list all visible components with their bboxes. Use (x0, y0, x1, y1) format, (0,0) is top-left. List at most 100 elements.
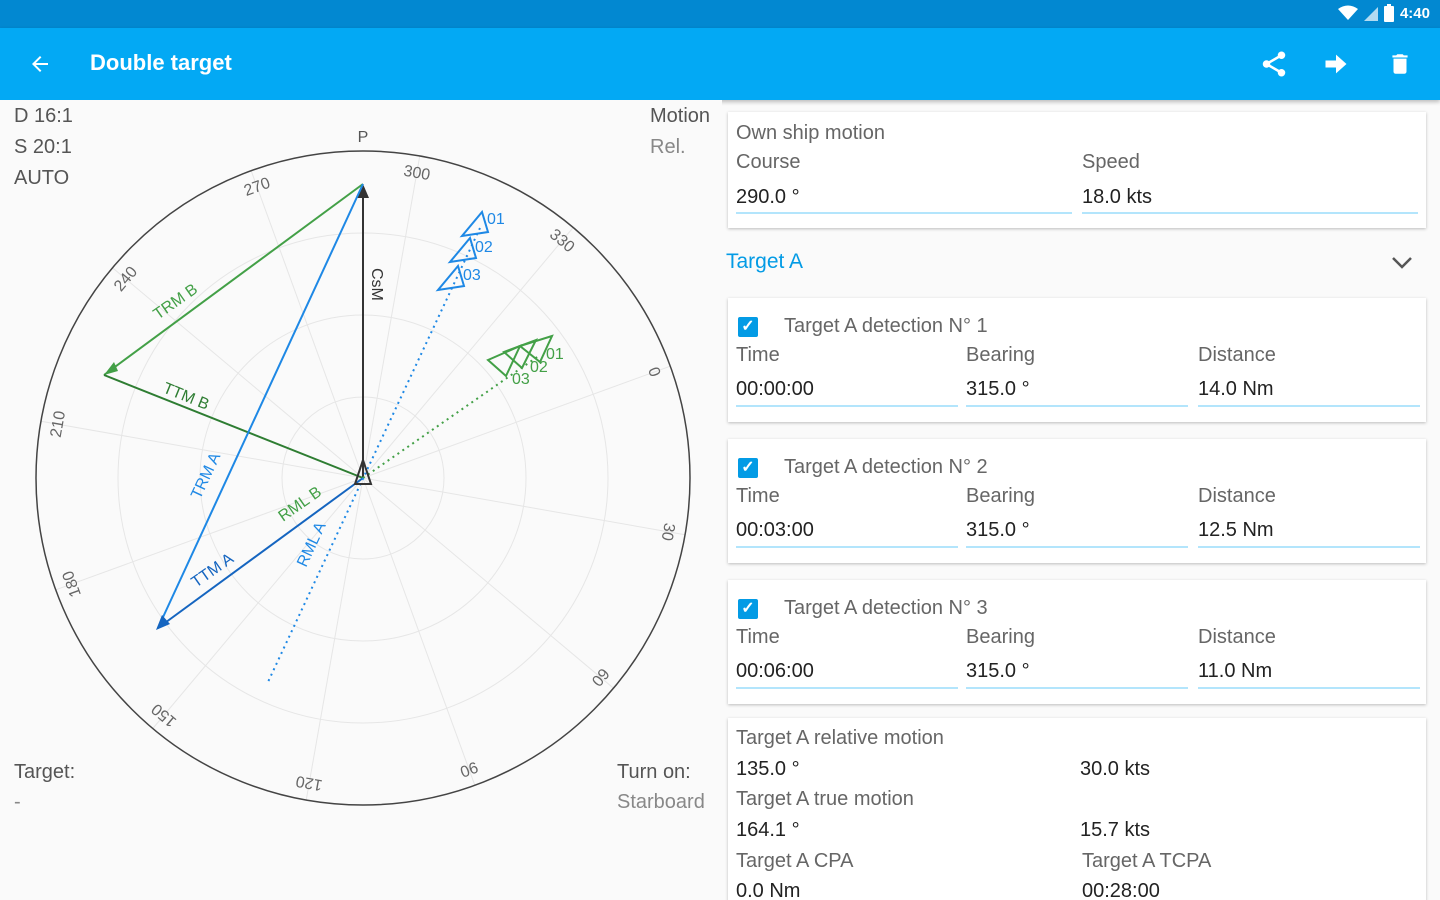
detection-1-time-underline (736, 405, 958, 407)
detection-3-time-field[interactable]: 00:06:00 (736, 660, 958, 683)
bearing-label-90: 90 (457, 758, 480, 780)
target-b-detection-1-label: 01 (546, 346, 564, 363)
detection-3-bearing-underline (966, 687, 1188, 689)
speed-label: Speed (1082, 151, 1140, 173)
ttm-a-arrowhead (156, 615, 170, 630)
course-field[interactable]: 290.0 ° (736, 186, 1072, 209)
true-course-value: 164.1 ° (736, 819, 800, 841)
true-speed-value: 15.7 kts (1080, 819, 1151, 841)
cpa-title: Target A CPA (736, 850, 854, 872)
relative-speed-value: 30.0 kts (1080, 758, 1151, 780)
page-title: Double target (90, 50, 232, 75)
status-time: 4:40 (1399, 4, 1430, 22)
cpa-value: 0.0 Nm (736, 880, 801, 900)
target-b-detection-3-label: 03 (512, 371, 530, 388)
detection-2-bearing-underline (966, 546, 1188, 548)
bearing-label-240: 240 (111, 263, 141, 294)
rml-a-label: RML A (294, 519, 330, 569)
arrow-back-icon (32, 56, 48, 72)
bearing-label-150: 150 (148, 700, 179, 730)
bearing-line-330 (362, 227, 574, 479)
detection-1-bearing-underline (966, 405, 1188, 407)
detection-2-time-field[interactable]: 00:03:00 (736, 519, 958, 542)
detection-card-2: ✓ Target A detection N° 2 Time Bearing D… (728, 439, 1426, 563)
detection-2-time-underline (736, 546, 958, 548)
radar-plot[interactable]: 3003300306090120150180210240270 P CsM TR… (0, 100, 722, 900)
results-card: Target A relative motion 135.0 ° 30.0 kt… (728, 718, 1426, 900)
detection-1-time-field[interactable]: 00:00:00 (736, 378, 958, 401)
trm-b-arrowhead (104, 362, 118, 375)
bearing-label-300: 300 (402, 163, 431, 184)
detection-1-title: Target A detection N° 1 (784, 315, 988, 337)
chevron-down-icon (1392, 257, 1412, 269)
trm-b-vector (103, 183, 364, 376)
target-a-detection-2-label: 02 (475, 239, 493, 256)
bearing-label-60: 60 (588, 664, 613, 689)
bearing-label-210: 210 (48, 410, 69, 439)
bearing-label-p: P (358, 129, 369, 146)
battery-icon (1383, 4, 1394, 22)
detection-1-bearing-field[interactable]: 315.0 ° (966, 378, 1188, 401)
wifi-icon (1337, 5, 1358, 20)
bearing-label-30: 30 (658, 522, 678, 543)
detection-1-distance-label: Distance (1198, 344, 1276, 366)
detection-2-time-label: Time (736, 485, 780, 507)
detection-1-distance-underline (1198, 405, 1420, 407)
bearing-line-90 (362, 477, 476, 786)
forward-arrow-icon (1325, 54, 1347, 74)
share-icon (1262, 51, 1286, 77)
target-a-section-header[interactable]: Target A (726, 250, 803, 274)
detection-3-distance-field[interactable]: 11.0 Nm (1198, 660, 1420, 683)
bearing-line-30 (362, 477, 686, 536)
collapse-button[interactable] (1390, 250, 1414, 279)
trash-icon (1392, 54, 1408, 74)
trm-b-label: TRM B (151, 281, 202, 323)
back-button[interactable] (20, 44, 60, 84)
data-panel: Own ship motion Course Speed 290.0 ° 18.… (722, 100, 1440, 900)
detection-1-bearing-label: Bearing (966, 344, 1035, 366)
detection-2-bearing-field[interactable]: 315.0 ° (966, 519, 1188, 542)
bearing-label-330: 330 (546, 226, 577, 256)
bearing-line-150 (152, 477, 364, 729)
detection-1-distance-field[interactable]: 14.0 Nm (1198, 378, 1420, 401)
bearing-line-270 (250, 170, 364, 479)
detection-2-distance-field[interactable]: 12.5 Nm (1198, 519, 1420, 542)
detection-3-title: Target A detection N° 3 (784, 597, 988, 619)
detection-2-distance-underline (1198, 546, 1420, 548)
share-button[interactable] (1254, 44, 1294, 84)
detection-3-time-underline (736, 687, 958, 689)
detection-card-1: ✓ Target A detection N° 1 Time Bearing D… (728, 298, 1426, 422)
forward-button[interactable] (1316, 44, 1356, 84)
bearing-label-270: 270 (242, 175, 273, 200)
detection-1-time-label: Time (736, 344, 780, 366)
detection-2-distance-label: Distance (1198, 485, 1276, 507)
delete-button[interactable] (1380, 44, 1420, 84)
detection-2-title: Target A detection N° 2 (784, 456, 988, 478)
tcpa-value: 00:28:00 (1082, 880, 1160, 900)
speed-field[interactable]: 18.0 kts (1082, 186, 1418, 209)
detection-3-bearing-label: Bearing (966, 626, 1035, 648)
detection-3-checkbox[interactable]: ✓ (738, 599, 758, 619)
target-a-detection-3-label: 03 (463, 267, 481, 284)
detection-3-distance-underline (1198, 687, 1420, 689)
radar-plot-area: D 16:1 S 20:1 AUTO Motion Rel. Target: -… (0, 100, 722, 900)
bearing-line-240 (112, 267, 364, 479)
target-a-detection-1-label: 01 (487, 211, 505, 228)
bearing-label-180: 180 (60, 568, 85, 599)
signal-icon (1363, 7, 1378, 21)
app-bar: Double target (0, 28, 1440, 100)
ttm-a-label: TTM A (189, 550, 238, 591)
bearing-line-60 (362, 477, 614, 689)
detection-3-distance-label: Distance (1198, 626, 1276, 648)
speed-underline (1082, 212, 1418, 214)
bearing-label-0: 0 (644, 365, 663, 379)
target-b-detection-2-label: 02 (530, 359, 548, 376)
own-ship-card: Own ship motion Course Speed 290.0 ° 18.… (728, 112, 1426, 228)
own-ship-title: Own ship motion (736, 122, 885, 144)
bearing-line-300 (362, 155, 421, 479)
detection-3-bearing-field[interactable]: 315.0 ° (966, 660, 1188, 683)
csm-label: CsM (368, 268, 385, 301)
detection-1-checkbox[interactable]: ✓ (738, 317, 758, 337)
bearing-label-120: 120 (295, 772, 324, 793)
detection-2-checkbox[interactable]: ✓ (738, 458, 758, 478)
